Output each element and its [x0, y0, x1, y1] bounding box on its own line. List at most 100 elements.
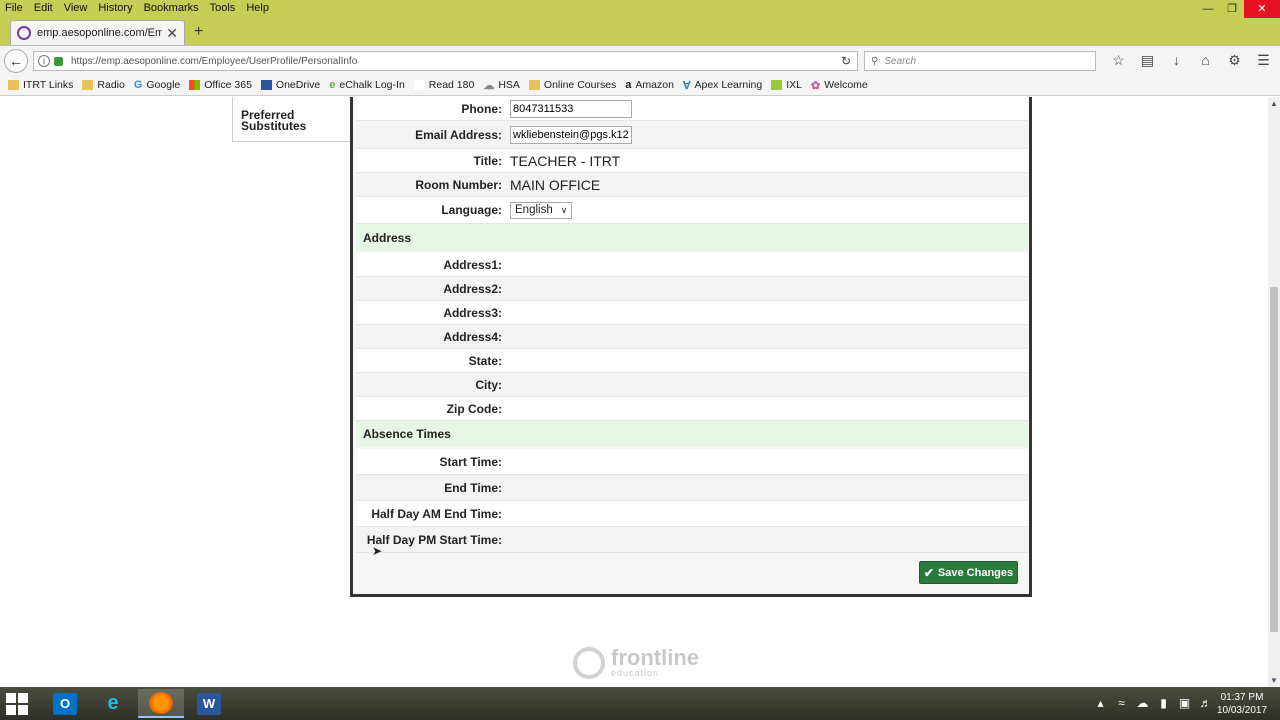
- bookmark-amazon[interactable]: a Amazon: [625, 79, 674, 91]
- lock-icon[interactable]: [54, 56, 63, 66]
- bookmark-itrt-links[interactable]: ITRT Links: [8, 79, 73, 91]
- bookmark-google[interactable]: G Google: [134, 79, 180, 91]
- search-icon: ⚲: [871, 55, 879, 67]
- bookmark-star-icon[interactable]: ☆: [1104, 52, 1133, 69]
- menu-tools[interactable]: Tools: [205, 0, 242, 18]
- menu-edit[interactable]: Edit: [29, 0, 59, 18]
- tray-expand-icon[interactable]: ▴: [1090, 696, 1111, 710]
- folder-icon: [82, 80, 94, 90]
- state-label: State:: [468, 353, 502, 368]
- half-day-am-row: Half Day AM End Time:: [356, 501, 1028, 527]
- page-scrollbar[interactable]: ▲ ▼: [1268, 97, 1280, 687]
- office-icon: [189, 80, 201, 90]
- address4-label: Address4:: [443, 329, 502, 344]
- bookmark-read-180[interactable]: Read 180: [413, 79, 474, 91]
- email-row: Email Address:: [356, 121, 1028, 149]
- clock-date: 10/03/2017: [1216, 705, 1268, 716]
- end-time-row: End Time:: [356, 475, 1028, 501]
- reload-icon[interactable]: ↻: [841, 54, 851, 68]
- navigation-bar: ← i https://emp.aesoponline.com/Employee…: [0, 45, 1280, 75]
- reading-list-icon[interactable]: ▤: [1133, 52, 1162, 69]
- clock-time: 01:37 PM: [1220, 692, 1264, 703]
- bookmark-ixl[interactable]: IXL: [771, 79, 802, 91]
- search-input[interactable]: ⚲ Search: [864, 51, 1096, 71]
- bookmark-hsa[interactable]: ☁ HSA: [483, 79, 520, 92]
- browser-titlebar: File Edit View History Bookmarks Tools H…: [0, 0, 1280, 45]
- address2-label: Address2:: [443, 281, 502, 296]
- taskbar-clock[interactable]: 01:37 PM 10/03/2017: [1212, 691, 1272, 717]
- bookmark-welcome[interactable]: ✿ Welcome: [811, 79, 868, 92]
- email-label: Email Address:: [415, 127, 502, 142]
- new-tab-icon[interactable]: +: [194, 23, 203, 41]
- address2-row: Address2:: [356, 277, 1028, 301]
- title-row: Title: TEACHER - ITRT: [356, 149, 1028, 173]
- bookmark-online-courses[interactable]: Online Courses: [528, 79, 616, 91]
- system-tray: ▴ ≈ ☁ ▮ ▣ ♬: [1090, 696, 1216, 710]
- room-row: Room Number: MAIN OFFICE: [356, 173, 1028, 197]
- minimize-icon[interactable]: —: [1196, 0, 1220, 18]
- hamburger-menu-icon[interactable]: ☰: [1249, 52, 1278, 69]
- language-select[interactable]: English ∨: [510, 201, 573, 219]
- absence-times-section-header: Absence Times: [356, 421, 1028, 447]
- bookmark-radio[interactable]: Radio: [82, 79, 125, 91]
- bookmark-echalk[interactable]: e eChalk Log-In: [329, 79, 405, 91]
- cloud-icon: ☁: [483, 79, 495, 92]
- half-day-am-end-label: Half Day AM End Time:: [371, 506, 502, 521]
- start-time-label: Start Time:: [439, 454, 502, 469]
- phone-row: Phone:: [356, 97, 1028, 121]
- url-text[interactable]: https://emp.aesoponline.com/Employee/Use…: [71, 56, 841, 67]
- back-arrow-icon[interactable]: ←: [4, 49, 28, 73]
- outlook-icon: O: [53, 692, 77, 715]
- mouse-cursor-icon: ➤: [372, 544, 383, 558]
- address-section-header: Address: [356, 224, 1028, 251]
- sidebar-item-preferred-substitutes[interactable]: Preferred Substitutes: [232, 97, 352, 142]
- info-icon[interactable]: i: [38, 55, 50, 67]
- home-icon[interactable]: ⌂: [1191, 52, 1220, 69]
- end-time-label: End Time:: [444, 480, 502, 495]
- word-icon: W: [197, 692, 221, 715]
- aesop-favicon-icon: [17, 26, 31, 40]
- bookmark-apex-learning[interactable]: ∀ Apex Learning: [683, 79, 762, 92]
- amazon-icon: a: [625, 79, 632, 91]
- bookmark-office-365[interactable]: Office 365: [189, 79, 252, 91]
- tray-network-icon[interactable]: ≈: [1111, 696, 1132, 710]
- title-label: Title:: [473, 153, 502, 168]
- zip-label: Zip Code:: [446, 401, 502, 416]
- maximize-icon[interactable]: ❐: [1220, 0, 1244, 18]
- taskbar-internet-explorer[interactable]: e: [90, 689, 136, 718]
- browser-tab[interactable]: emp.aesoponline.com/Empl ✕: [10, 20, 185, 45]
- save-changes-button[interactable]: ✔ Save Changes: [919, 561, 1018, 584]
- tray-device-icon[interactable]: ▣: [1174, 696, 1195, 710]
- windows-start-icon[interactable]: [6, 693, 28, 715]
- scroll-up-icon[interactable]: ▲: [1270, 99, 1278, 108]
- toolbar-icons: ☆ ▤ ↓ ⌂ ⚙ ☰: [1104, 52, 1278, 69]
- taskbar-outlook[interactable]: O: [42, 689, 88, 718]
- apex-icon: ∀: [682, 79, 691, 92]
- scroll-down-icon[interactable]: ▼: [1270, 676, 1278, 685]
- menu-view[interactable]: View: [59, 0, 94, 18]
- close-tab-icon[interactable]: ✕: [166, 25, 178, 42]
- taskbar-word[interactable]: W: [186, 689, 232, 718]
- menu-bookmarks[interactable]: Bookmarks: [139, 0, 205, 18]
- menu-history[interactable]: History: [93, 0, 138, 18]
- firefox-icon: [149, 691, 173, 714]
- internet-explorer-icon: e: [107, 692, 119, 714]
- download-icon[interactable]: ↓: [1162, 52, 1191, 69]
- windows-taskbar: O e W ▴ ≈ ☁ ▮ ▣ ♬ 01:37 PM 10/03/2017: [0, 687, 1280, 720]
- tools-icon[interactable]: ⚙: [1220, 52, 1249, 69]
- window-controls: — ❐ ✕: [1196, 0, 1280, 18]
- personal-info-panel: Phone: Email Address: Title: TEACHER - I…: [350, 97, 1032, 597]
- tray-onedrive-icon[interactable]: ☁: [1132, 696, 1153, 710]
- tray-battery-icon[interactable]: ▮: [1153, 696, 1174, 710]
- email-field[interactable]: [510, 125, 632, 144]
- language-row: Language: English ∨: [356, 197, 1028, 224]
- menu-help[interactable]: Help: [241, 0, 275, 18]
- close-window-icon[interactable]: ✕: [1244, 0, 1280, 18]
- onedrive-icon: [260, 80, 272, 90]
- phone-field[interactable]: [510, 99, 632, 118]
- taskbar-firefox[interactable]: [138, 689, 184, 718]
- bookmark-onedrive[interactable]: OneDrive: [260, 79, 320, 91]
- menu-file[interactable]: File: [0, 0, 29, 18]
- scrollbar-thumb[interactable]: [1270, 287, 1278, 632]
- url-bar[interactable]: i https://emp.aesoponline.com/Employee/U…: [33, 51, 858, 71]
